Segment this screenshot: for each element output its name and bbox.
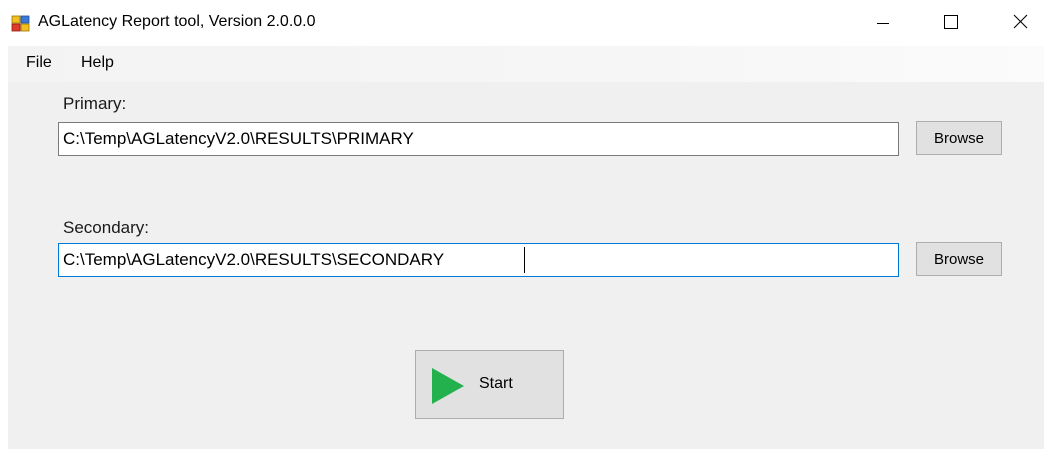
- menu-help[interactable]: Help: [81, 54, 114, 72]
- primary-browse-button[interactable]: Browse: [916, 121, 1002, 155]
- maximize-button[interactable]: [927, 0, 973, 46]
- window-title: AGLatency Report tool, Version 2.0.0.0: [38, 13, 316, 30]
- close-button[interactable]: [996, 0, 1042, 46]
- minimize-icon: [877, 23, 889, 24]
- maximize-icon: [944, 15, 958, 29]
- close-icon: [1013, 14, 1028, 29]
- secondary-label: Secondary:: [63, 218, 149, 237]
- primary-path-input[interactable]: [58, 122, 899, 156]
- title-bar[interactable]: AGLatency Report tool, Version 2.0.0.0: [8, 0, 1044, 46]
- app-window: AGLatency Report tool, Version 2.0.0.0 F…: [8, 0, 1044, 449]
- app-windows-icon: [11, 15, 30, 32]
- secondary-browse-button[interactable]: Browse: [916, 242, 1002, 276]
- form-body: Primary: Browse Secondary: Browse Start: [8, 82, 1044, 449]
- primary-label: Primary:: [63, 94, 127, 113]
- start-button[interactable]: Start: [415, 350, 564, 419]
- minimize-button[interactable]: [859, 0, 905, 46]
- start-label: Start: [479, 375, 513, 392]
- menu-bar: File Help: [8, 46, 1044, 82]
- menu-file[interactable]: File: [26, 54, 52, 72]
- text-caret: [524, 247, 525, 273]
- secondary-path-input[interactable]: [58, 243, 899, 277]
- play-icon: [432, 368, 464, 404]
